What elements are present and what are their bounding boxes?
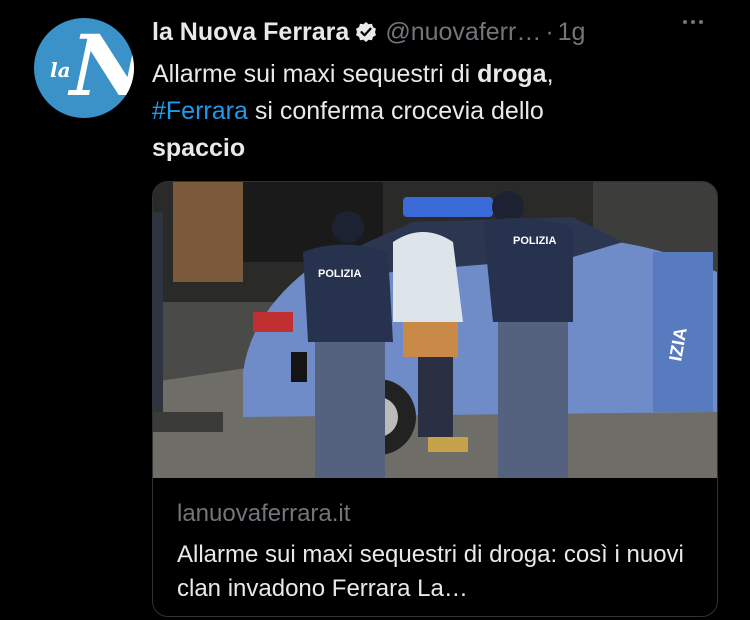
tweet-timestamp[interactable]: 1g [558,18,586,47]
more-options-icon[interactable] [683,20,703,24]
avatar-logo-big: N [59,18,134,115]
right-officer-label: POLIZIA [513,235,556,247]
left-officer-label: POLIZIA [318,268,361,280]
verified-badge-icon [356,22,377,42]
account-name[interactable]: la Nuova Ferrara [152,18,349,47]
separator-dot: · [545,17,554,46]
account-avatar[interactable]: la N [34,18,134,118]
tweet-text: Allarme sui maxi sequestri di droga, #Fe… [152,56,682,167]
tweet-text-bold: spaccio [152,134,246,162]
link-card[interactable]: IZIA POLIZIA POLIZIA lanuovaferrara.it A… [152,181,718,617]
card-title: Allarme sui maxi sequestri di droga: cos… [177,541,684,602]
tweet-header: la Nuova Ferrara @nuovaferr… · 1g [152,16,585,48]
tweet-text-part: si conferma crocevia dello [247,97,544,125]
tweet-text-part: , [546,60,554,88]
card-image[interactable]: IZIA POLIZIA POLIZIA [153,182,717,478]
tweet-text-part: Allarme sui maxi sequestri di [152,60,478,88]
tweet-text-bold: droga [477,60,547,88]
account-handle[interactable]: @nuovaferr… [385,18,541,47]
hashtag-link[interactable]: #Ferrara [152,97,248,125]
card-domain: lanuovaferrara.it [177,500,351,527]
